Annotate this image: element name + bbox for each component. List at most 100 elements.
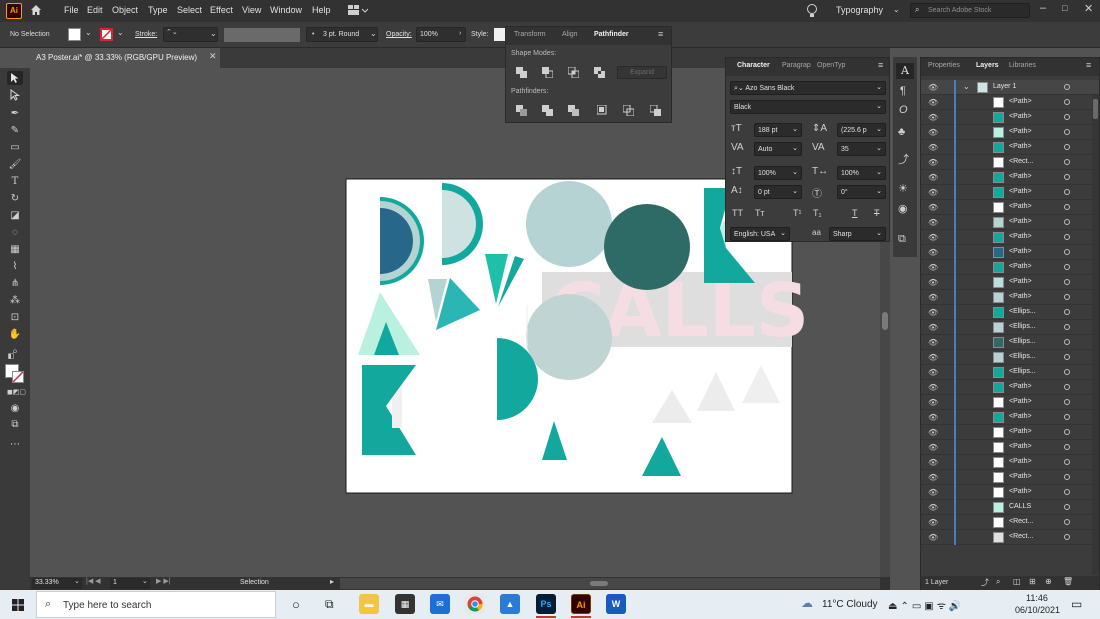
target-circle-icon[interactable] — [1064, 279, 1070, 285]
asset-export-icon[interactable]: ⤴ — [898, 151, 909, 167]
next-artboard-icon[interactable]: ▶ ▶| — [156, 577, 171, 585]
target-circle-icon[interactable] — [1064, 204, 1070, 210]
object-name[interactable]: <Path> — [1009, 263, 1032, 270]
task-view-icon[interactable]: ⧉ — [325, 597, 334, 612]
chevron-down-icon[interactable]: ⌄ — [792, 125, 798, 134]
layer-row[interactable]: 👁 <Path> — [921, 230, 1099, 245]
unite-icon[interactable] — [516, 67, 527, 80]
opacity-field[interactable]: 100% › — [416, 27, 466, 42]
chevron-down-icon[interactable]: ⌄ — [142, 577, 148, 585]
chevron-right-icon[interactable]: › — [459, 30, 461, 37]
layer-row[interactable]: 👁 <Ellips... — [921, 335, 1099, 350]
paintbrush-tool-icon[interactable]: 🖌 — [7, 158, 23, 172]
curvature-tool-icon[interactable]: ✎ — [7, 124, 23, 138]
chevron-down-icon[interactable]: ⌄ — [876, 125, 882, 134]
target-circle-icon[interactable] — [1064, 414, 1070, 420]
kerning-field[interactable]: Auto ⌄ — [754, 142, 802, 156]
chevron-down-icon[interactable]: ⌄ — [876, 187, 882, 196]
layer-row[interactable]: 👁 <Ellips... — [921, 320, 1099, 335]
menu-edit[interactable]: Edit — [87, 5, 103, 15]
layer-row[interactable]: 👁 <Path> — [921, 275, 1099, 290]
eye-icon[interactable]: 👁 — [928, 428, 938, 437]
object-name[interactable]: <Ellips... — [1009, 338, 1036, 345]
leading-field[interactable]: (225.6 p ⌄ — [837, 123, 886, 137]
restore-button[interactable]: □ — [1062, 3, 1067, 13]
layer-row[interactable]: 👁 <Path> — [921, 95, 1099, 110]
object-name[interactable]: <Path> — [1009, 278, 1032, 285]
photoshop-icon[interactable]: Ps — [536, 594, 556, 614]
clock-time[interactable]: 11:46 — [1026, 593, 1048, 603]
eye-icon[interactable]: 👁 — [928, 173, 938, 182]
pen-tool-icon[interactable]: ✒ — [7, 107, 23, 121]
file-explorer-icon[interactable]: ▬ — [359, 594, 379, 614]
merge-icon[interactable] — [568, 105, 579, 118]
layer-row[interactable]: 👁 <Path> — [921, 140, 1099, 155]
eye-icon[interactable]: 👁 — [928, 458, 938, 467]
target-circle-icon[interactable] — [1064, 294, 1070, 300]
tray-icons[interactable]: ⏏⌃▭▣ᯤ🔊 — [888, 598, 964, 612]
object-name[interactable]: <Ellips... — [1009, 368, 1036, 375]
minus-back-icon[interactable] — [649, 104, 661, 118]
weather-icon[interactable]: ☁ — [801, 596, 813, 610]
antialias-field[interactable]: Sharp ⌄ — [829, 227, 886, 241]
opacity-label[interactable]: Opacity: — [386, 31, 412, 38]
object-name[interactable]: <Path> — [1009, 143, 1032, 150]
fill-swatch[interactable] — [68, 28, 81, 41]
layer-row[interactable]: 👁 <Path> — [921, 470, 1099, 485]
chevron-down-icon[interactable]: ⌄ — [876, 102, 882, 111]
target-circle-icon[interactable] — [1064, 474, 1070, 480]
layer-row[interactable]: 👁 <Path> — [921, 395, 1099, 410]
layer-row[interactable]: 👁 <Path> — [921, 110, 1099, 125]
artboard-number-field[interactable]: 1 ⌄ — [110, 578, 150, 589]
layer-row[interactable]: 👁 <Path> — [921, 185, 1099, 200]
target-circle-icon[interactable] — [1064, 534, 1070, 540]
eye-icon[interactable]: 👁 — [928, 383, 938, 392]
font-style-field[interactable]: Black ⌄ — [730, 100, 886, 114]
menu-file[interactable]: File — [64, 5, 79, 15]
layer-row[interactable]: 👁 <Path> — [921, 125, 1099, 140]
eye-icon[interactable]: 👁 — [928, 293, 938, 302]
artboards-panel-icon[interactable]: ⧉ — [898, 233, 906, 246]
scrollbar-thumb[interactable] — [590, 581, 608, 586]
layer-row[interactable]: 👁 <Path> — [921, 425, 1099, 440]
tab-layers[interactable]: Layers — [976, 62, 999, 69]
new-sublayer-icon[interactable]: ⊞ — [1029, 577, 1036, 586]
target-circle-icon[interactable] — [1064, 99, 1070, 105]
eye-icon[interactable]: 👁 — [928, 308, 938, 317]
object-name[interactable]: <Path> — [1009, 218, 1032, 225]
eye-icon[interactable]: 👁 — [928, 413, 938, 422]
object-name[interactable]: <Path> — [1009, 458, 1032, 465]
make-clipping-mask-icon[interactable]: ◫ — [1013, 577, 1021, 586]
scrollbar-thumb[interactable] — [1093, 99, 1098, 119]
target-circle-icon[interactable] — [1064, 84, 1070, 90]
tab-properties[interactable]: Properties — [928, 62, 960, 69]
default-colors-icon[interactable]: ◧ — [3, 350, 19, 364]
target-circle-icon[interactable] — [1064, 129, 1070, 135]
menu-object[interactable]: Object — [112, 5, 138, 15]
hand-tool-icon[interactable]: ✋ — [7, 328, 23, 342]
menu-view[interactable]: View — [242, 5, 261, 15]
delete-layer-icon[interactable]: 🗑 — [1063, 577, 1073, 586]
eye-icon[interactable]: 👁 — [928, 368, 938, 377]
stroke-color-box[interactable] — [12, 371, 24, 383]
object-name[interactable]: <Path> — [1009, 383, 1032, 390]
horizontal-scrollbar[interactable] — [340, 578, 880, 589]
layer-row[interactable]: 👁 <Rect... — [921, 530, 1099, 545]
direct-selection-tool-icon[interactable] — [7, 89, 23, 103]
blend-tool-icon[interactable]: ⋔ — [7, 277, 23, 291]
cortana-icon[interactable]: ○ — [292, 597, 300, 612]
eye-icon[interactable]: 👁 — [928, 128, 938, 137]
lasso-tool-icon[interactable]: ◌ — [7, 226, 23, 240]
layer-row[interactable]: 👁 <Path> — [921, 215, 1099, 230]
chrome-icon[interactable] — [465, 594, 485, 614]
draw-mode-icon[interactable]: ◉ — [7, 402, 23, 416]
chevron-down-icon[interactable]: ⌄ — [85, 28, 92, 37]
target-circle-icon[interactable] — [1064, 339, 1070, 345]
target-circle-icon[interactable] — [1064, 369, 1070, 375]
gradient-tool-icon[interactable]: ▦ — [7, 243, 23, 257]
word-icon[interactable]: W — [606, 594, 626, 614]
eye-icon[interactable]: 👁 — [928, 233, 938, 242]
target-circle-icon[interactable] — [1064, 504, 1070, 510]
target-circle-icon[interactable] — [1064, 234, 1070, 240]
target-circle-icon[interactable] — [1064, 444, 1070, 450]
